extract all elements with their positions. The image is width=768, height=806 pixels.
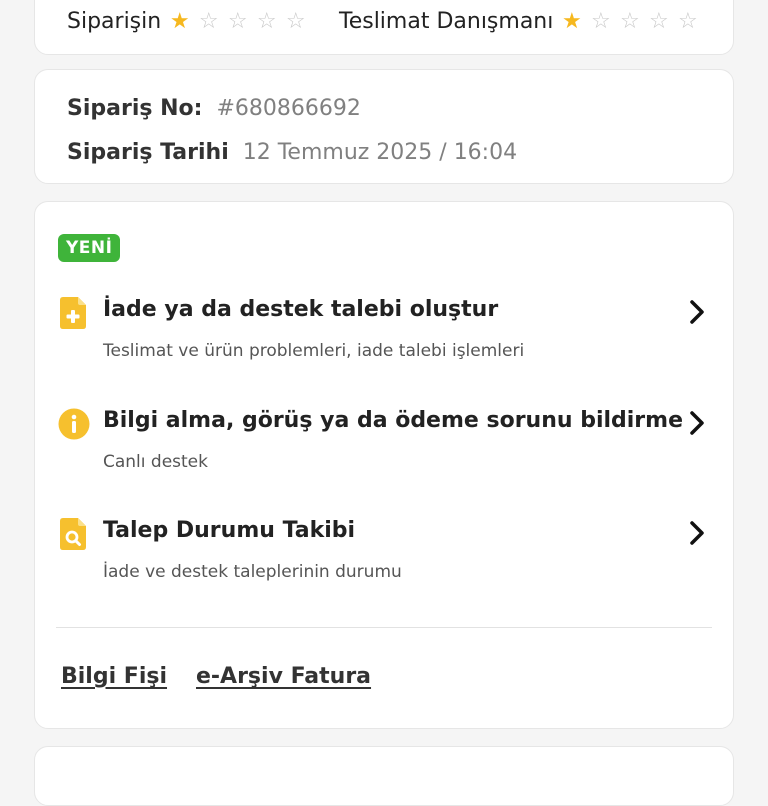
order-info-card: Sipariş No: #680866692 Sipariş Tarihi 12… [34, 69, 734, 184]
order-date-row: Sipariş Tarihi 12 Temmuz 2025 / 16:04 [67, 140, 517, 165]
create-return-request-title: İade ya da destek talebi oluştur [103, 297, 499, 322]
chevron-right-icon [685, 297, 709, 327]
e-archive-invoice-link[interactable]: e-Arşiv Fatura [196, 664, 371, 689]
chevron-right-icon [685, 408, 709, 438]
live-support-subtitle: Canlı destek [103, 452, 208, 472]
request-tracking-title: Talep Durumu Takibi [103, 518, 356, 543]
request-tracking-subtitle: İade ve destek taleplerinin durumu [103, 562, 402, 582]
document-plus-icon [60, 297, 88, 329]
live-support-title: Bilgi alma, görüş ya da ödeme sorunu bil… [103, 408, 684, 433]
support-card: YENİ İade ya da destek talebi oluştur Te… [34, 201, 734, 729]
order-rating: Siparişin ★ ☆ ☆ ☆ ☆ [67, 9, 310, 34]
courier-rating-stars[interactable]: ★ ☆ ☆ ☆ ☆ [557, 10, 702, 33]
star-empty-icon[interactable]: ☆ [194, 10, 223, 33]
create-return-request-item[interactable]: İade ya da destek talebi oluştur Teslima… [35, 297, 735, 387]
order-number-label: Sipariş No: [67, 96, 203, 121]
order-number-value: #680866692 [216, 96, 361, 121]
star-empty-icon[interactable]: ☆ [223, 10, 252, 33]
star-filled-icon[interactable]: ★ [557, 10, 586, 33]
star-filled-icon[interactable]: ★ [165, 10, 194, 33]
divider [56, 627, 712, 628]
order-date-value: 12 Temmuz 2025 / 16:04 [242, 140, 518, 165]
next-card [34, 746, 734, 806]
new-badge: YENİ [58, 234, 121, 262]
create-return-request-subtitle: Teslimat ve ürün problemleri, iade taleb… [103, 341, 525, 361]
document-search-icon [60, 518, 88, 550]
star-empty-icon[interactable]: ☆ [281, 10, 310, 33]
rating-card: Siparişin ★ ☆ ☆ ☆ ☆ Teslimat Danışmanı ★ ☆ ☆ ☆ ☆ [34, 0, 734, 55]
courier-rating-label: Teslimat Danışmanı [339, 9, 554, 34]
live-support-item[interactable]: Bilgi alma, görüş ya da ödeme sorunu bil… [35, 408, 735, 498]
order-date-label: Sipariş Tarihi [67, 140, 229, 165]
star-empty-icon[interactable]: ☆ [644, 10, 673, 33]
info-slip-link[interactable]: Bilgi Fişi [61, 664, 167, 689]
star-empty-icon[interactable]: ☆ [586, 10, 615, 33]
courier-rating: Teslimat Danışmanı ★ ☆ ☆ ☆ ☆ [339, 9, 702, 34]
info-circle-icon [58, 408, 90, 440]
chevron-right-icon [685, 518, 709, 548]
star-empty-icon[interactable]: ☆ [252, 10, 281, 33]
order-rating-stars[interactable]: ★ ☆ ☆ ☆ ☆ [165, 10, 310, 33]
order-number-row: Sipariş No: #680866692 [67, 96, 361, 121]
order-rating-label: Siparişin [67, 9, 162, 34]
request-tracking-item[interactable]: Talep Durumu Takibi İade ve destek talep… [35, 518, 735, 608]
star-empty-icon[interactable]: ☆ [673, 10, 702, 33]
star-empty-icon[interactable]: ☆ [615, 10, 644, 33]
